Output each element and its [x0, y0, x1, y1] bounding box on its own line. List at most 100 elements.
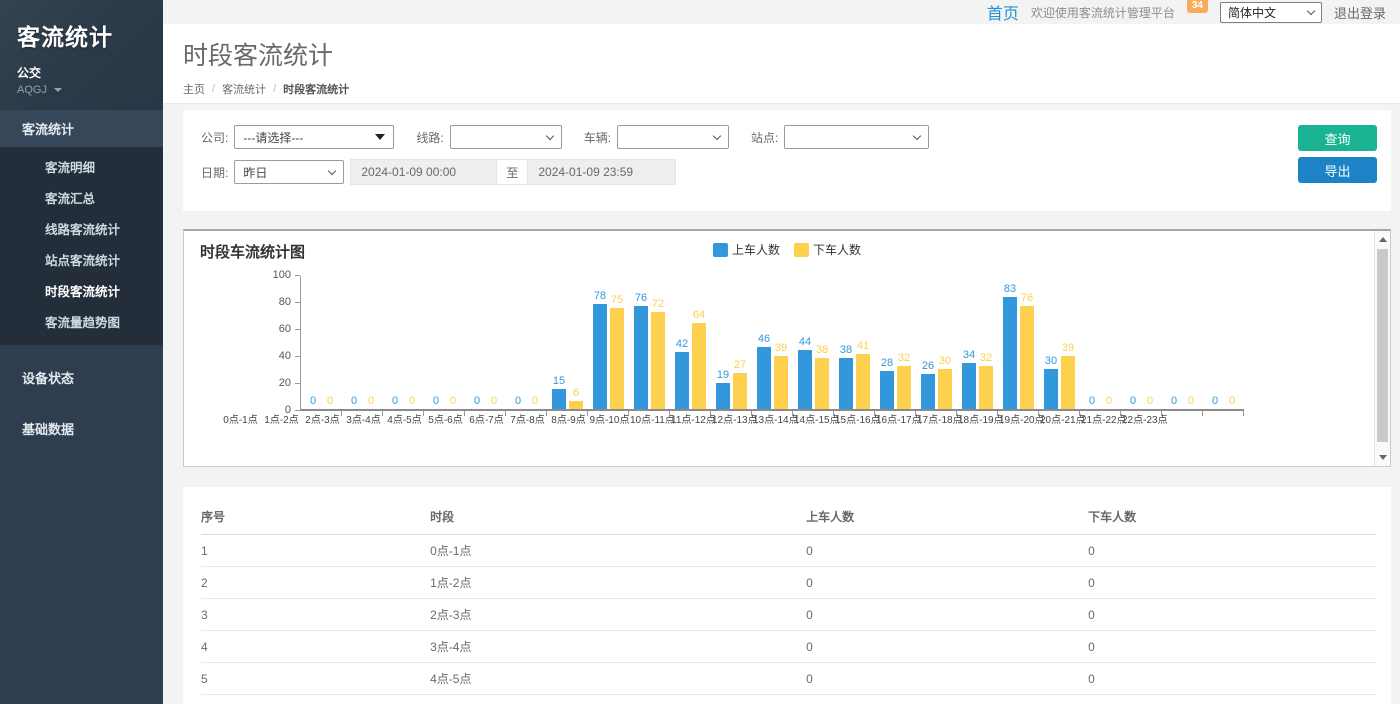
table-cell: 1	[201, 535, 430, 567]
legend-label: 上车人数	[732, 241, 780, 258]
chart-scrollbar[interactable]	[1374, 231, 1390, 466]
bar-value-label: 32	[898, 352, 910, 365]
breadcrumb-item[interactable]: 客流统计	[222, 81, 266, 97]
bar-column: 30	[938, 355, 952, 410]
date-from-input[interactable]: 2024-01-09 00:00	[350, 159, 497, 185]
notification-badge[interactable]: 34	[1187, 0, 1208, 13]
bar-value-label: 30	[1045, 355, 1057, 368]
bar	[979, 366, 993, 409]
sidebar-subitem[interactable]: 线路客流统计	[0, 213, 163, 244]
chart-category-group: 3039	[1039, 276, 1080, 409]
bar-column: 0	[1184, 395, 1198, 409]
chevron-down-icon	[545, 131, 553, 139]
company-select[interactable]: ---请选择---	[234, 125, 394, 149]
bar	[880, 371, 894, 409]
user-dropdown[interactable]: AQGJ	[17, 84, 163, 96]
bar-column: 26	[921, 360, 935, 409]
bar	[921, 374, 935, 409]
bar-value-label: 64	[693, 309, 705, 322]
y-tick-label: 60	[279, 323, 291, 336]
x-tick-label: 17点-18点	[917, 415, 958, 426]
breadcrumb-item[interactable]: 主页	[183, 81, 205, 97]
bar-column: 39	[774, 342, 788, 409]
sidebar-subitem[interactable]: 客流量趋势图	[0, 306, 163, 337]
legend-item[interactable]: 上车人数	[713, 241, 780, 258]
chart-category-group: 00	[424, 276, 465, 409]
table-panel: 序号时段上车人数下车人数 10点-1点0021点-2点0032点-3点0043点…	[183, 487, 1391, 704]
bar-column: 0	[323, 395, 337, 409]
chart-category-group: 8376	[998, 276, 1039, 409]
sidebar: 客流统计 公交 AQGJ 客流统计客流明细客流汇总线路客流统计站点客流统计时段客…	[0, 0, 163, 704]
table-column-header: 下车人数	[1088, 499, 1376, 535]
table-column-header: 上车人数	[806, 499, 1088, 535]
table-cell: 0	[806, 631, 1088, 663]
bar-value-label: 78	[594, 290, 606, 303]
table-header-row: 序号时段上车人数下车人数	[201, 499, 1376, 535]
scroll-down-icon[interactable]	[1379, 455, 1387, 460]
export-button[interactable]: 导出	[1298, 157, 1377, 183]
bar-value-label: 15	[553, 375, 565, 388]
table-cell: 2	[201, 567, 430, 599]
sidebar-item-0[interactable]: 客流统计	[0, 110, 163, 147]
sidebar-subitem[interactable]: 站点客流统计	[0, 244, 163, 275]
chart-category-group: 00	[1121, 276, 1162, 409]
bar-value-label: 26	[922, 360, 934, 373]
bar-value-label: 27	[734, 359, 746, 372]
bar-column: 83	[1003, 283, 1017, 409]
line-select[interactable]	[450, 125, 562, 149]
bar-column: 0	[487, 395, 501, 409]
bar	[962, 363, 976, 409]
chart-x-axis-labels: 0点-1点1点-2点2点-3点3点-4点4点-5点5点-6点6点-7点7点-8点…	[220, 415, 1390, 426]
x-tick-label: 12点-13点	[712, 415, 753, 426]
bar-column: 0	[405, 395, 419, 409]
station-select[interactable]	[784, 125, 929, 149]
bar-column: 0	[364, 395, 378, 409]
language-value: 简体中文	[1228, 4, 1276, 21]
vehicle-select[interactable]	[617, 125, 729, 149]
bar-value-label: 38	[840, 344, 852, 357]
table-cell: 3	[201, 599, 430, 631]
breadcrumb: 主页/客流统计/时段客流统计	[183, 81, 1400, 97]
scrollbar-thumb[interactable]	[1377, 249, 1388, 442]
sidebar-subitem[interactable]: 客流汇总	[0, 182, 163, 213]
bar-column: 0	[306, 395, 320, 409]
bar-column: 38	[815, 344, 829, 409]
bar-value-label: 0	[474, 395, 480, 408]
sidebar-subitem[interactable]: 时段客流统计	[0, 275, 163, 306]
legend-item[interactable]: 下车人数	[794, 241, 861, 258]
date-to-input[interactable]: 2024-01-09 23:59	[527, 159, 676, 185]
table-cell: 0	[1088, 663, 1376, 695]
chevron-down-icon	[713, 131, 721, 139]
table-cell: 0	[806, 567, 1088, 599]
bar	[1003, 297, 1017, 409]
bar-column: 0	[1143, 395, 1157, 409]
bar-column: 34	[962, 349, 976, 409]
home-link[interactable]: 首页	[987, 0, 1019, 24]
x-tick-label: 4点-5点	[384, 415, 425, 426]
x-tick-label: 11点-12点	[671, 415, 712, 426]
topbar: 首页 欢迎使用客流统计管理平台 34 简体中文 退出登录	[163, 0, 1400, 24]
bar-value-label: 0	[1147, 395, 1153, 408]
sidebar-item-1[interactable]: 设备状态	[0, 359, 163, 396]
sidebar-item-2[interactable]: 基础数据	[0, 410, 163, 447]
chart-category-group: 00	[383, 276, 424, 409]
bar-column: 0	[528, 395, 542, 409]
bar-column: 19	[716, 369, 730, 409]
logout-link[interactable]: 退出登录	[1334, 3, 1386, 22]
query-button[interactable]: 查询	[1298, 125, 1377, 151]
bar-column: 0	[1102, 395, 1116, 409]
bar	[1020, 306, 1034, 409]
date-preset-select[interactable]: 昨日	[234, 160, 344, 184]
bar-value-label: 76	[635, 292, 647, 305]
y-tick-label: 40	[279, 350, 291, 363]
x-tick-label: 3点-4点	[343, 415, 384, 426]
bar	[938, 369, 952, 410]
scroll-up-icon[interactable]	[1379, 237, 1387, 242]
sidebar-subitem[interactable]: 客流明细	[0, 151, 163, 182]
x-tick-label: 15点-16点	[835, 415, 876, 426]
chart-category-group: 00	[301, 276, 342, 409]
bar-value-label: 38	[816, 344, 828, 357]
language-select[interactable]: 简体中文	[1220, 2, 1322, 23]
bar	[692, 323, 706, 409]
bar-value-label: 0	[392, 395, 398, 408]
